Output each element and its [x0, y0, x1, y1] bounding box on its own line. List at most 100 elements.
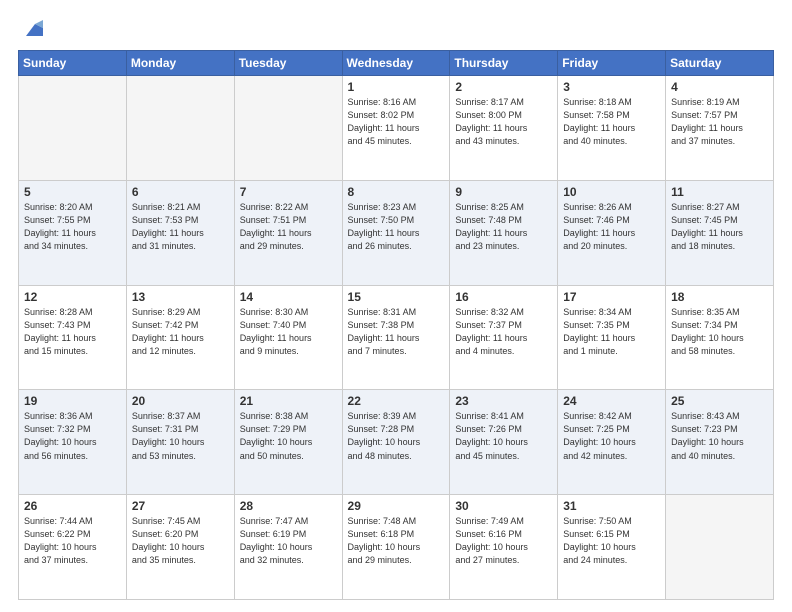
calendar-week-3: 12 Sunrise: 8:28 AM Sunset: 7:43 PM Dayli… [19, 285, 774, 390]
day-number: 25 [671, 394, 768, 408]
day-info: Sunrise: 8:42 AM Sunset: 7:25 PM Dayligh… [563, 410, 660, 462]
calendar-week-2: 5 Sunrise: 8:20 AM Sunset: 7:55 PM Daylig… [19, 180, 774, 285]
day-number: 4 [671, 80, 768, 94]
day-number: 9 [455, 185, 552, 199]
calendar-cell: 24 Sunrise: 8:42 AM Sunset: 7:25 PM Dayli… [558, 390, 666, 495]
calendar-cell: 10 Sunrise: 8:26 AM Sunset: 7:46 PM Dayli… [558, 180, 666, 285]
day-number: 16 [455, 290, 552, 304]
day-number: 23 [455, 394, 552, 408]
day-number: 19 [24, 394, 121, 408]
calendar-cell: 13 Sunrise: 8:29 AM Sunset: 7:42 PM Dayli… [126, 285, 234, 390]
day-info: Sunrise: 7:47 AM Sunset: 6:19 PM Dayligh… [240, 515, 337, 567]
calendar-cell: 6Sunrise: 8:21 AM Sunset: 7:53 PM Daylig… [126, 180, 234, 285]
day-info: Sunrise: 8:23 AM Sunset: 7:50 PM Dayligh… [348, 201, 445, 253]
day-number: 11 [671, 185, 768, 199]
day-info: Sunrise: 7:44 AM Sunset: 6:22 PM Dayligh… [24, 515, 121, 567]
day-info: Sunrise: 7:48 AM Sunset: 6:18 PM Dayligh… [348, 515, 445, 567]
day-number: 22 [348, 394, 445, 408]
day-number: 1 [348, 80, 445, 94]
day-number: 27 [132, 499, 229, 513]
day-info: Sunrise: 8:20 AM Sunset: 7:55 PM Dayligh… [24, 201, 121, 253]
day-info: Sunrise: 8:19 AM Sunset: 7:57 PM Dayligh… [671, 96, 768, 148]
day-number: 21 [240, 394, 337, 408]
calendar-cell: 12 Sunrise: 8:28 AM Sunset: 7:43 PM Dayli… [19, 285, 127, 390]
day-number: 24 [563, 394, 660, 408]
calendar-cell: 21 Sunrise: 8:38 AM Sunset: 7:29 PM Dayli… [234, 390, 342, 495]
day-number: 8 [348, 185, 445, 199]
day-info: Sunrise: 7:45 AM Sunset: 6:20 PM Dayligh… [132, 515, 229, 567]
day-number: 17 [563, 290, 660, 304]
calendar-cell: 23 Sunrise: 8:41 AM Sunset: 7:26 PM Dayli… [450, 390, 558, 495]
day-info: Sunrise: 8:32 AM Sunset: 7:37 PM Dayligh… [455, 306, 552, 358]
weekday-header-thursday: Thursday [450, 51, 558, 76]
weekday-header-friday: Friday [558, 51, 666, 76]
calendar-cell: 22Sunrise: 8:39 AM Sunset: 7:28 PM Dayli… [342, 390, 450, 495]
day-info: Sunrise: 8:31 AM Sunset: 7:38 PM Dayligh… [348, 306, 445, 358]
day-info: Sunrise: 8:18 AM Sunset: 7:58 PM Dayligh… [563, 96, 660, 148]
calendar-cell: 18 Sunrise: 8:35 AM Sunset: 7:34 PM Dayli… [666, 285, 774, 390]
calendar-cell: 27 Sunrise: 7:45 AM Sunset: 6:20 PM Dayli… [126, 495, 234, 600]
day-number: 5 [24, 185, 121, 199]
day-info: Sunrise: 8:41 AM Sunset: 7:26 PM Dayligh… [455, 410, 552, 462]
calendar-week-5: 26 Sunrise: 7:44 AM Sunset: 6:22 PM Dayli… [19, 495, 774, 600]
day-info: Sunrise: 8:35 AM Sunset: 7:34 PM Dayligh… [671, 306, 768, 358]
calendar-cell: 5 Sunrise: 8:20 AM Sunset: 7:55 PM Daylig… [19, 180, 127, 285]
day-number: 13 [132, 290, 229, 304]
calendar-cell: 15 Sunrise: 8:31 AM Sunset: 7:38 PM Dayli… [342, 285, 450, 390]
calendar-cell: 1Sunrise: 8:16 AM Sunset: 8:02 PM Daylig… [342, 76, 450, 181]
weekday-header-sunday: Sunday [19, 51, 127, 76]
day-number: 29 [348, 499, 445, 513]
calendar-week-4: 19 Sunrise: 8:36 AM Sunset: 7:32 PM Dayli… [19, 390, 774, 495]
calendar-cell: 17 Sunrise: 8:34 AM Sunset: 7:35 PM Dayli… [558, 285, 666, 390]
day-info: Sunrise: 8:25 AM Sunset: 7:48 PM Dayligh… [455, 201, 552, 253]
calendar-cell: 2Sunrise: 8:17 AM Sunset: 8:00 PM Daylig… [450, 76, 558, 181]
day-info: Sunrise: 8:38 AM Sunset: 7:29 PM Dayligh… [240, 410, 337, 462]
calendar-cell: 29 Sunrise: 7:48 AM Sunset: 6:18 PM Dayli… [342, 495, 450, 600]
day-number: 26 [24, 499, 121, 513]
day-info: Sunrise: 8:29 AM Sunset: 7:42 PM Dayligh… [132, 306, 229, 358]
calendar-cell: 25 Sunrise: 8:43 AM Sunset: 7:23 PM Dayli… [666, 390, 774, 495]
calendar-cell [19, 76, 127, 181]
day-info: Sunrise: 8:36 AM Sunset: 7:32 PM Dayligh… [24, 410, 121, 462]
day-info: Sunrise: 8:37 AM Sunset: 7:31 PM Dayligh… [132, 410, 229, 462]
day-info: Sunrise: 8:22 AM Sunset: 7:51 PM Dayligh… [240, 201, 337, 253]
calendar-cell: 16 Sunrise: 8:32 AM Sunset: 7:37 PM Dayli… [450, 285, 558, 390]
day-info: Sunrise: 8:43 AM Sunset: 7:23 PM Dayligh… [671, 410, 768, 462]
calendar-cell: 20Sunrise: 8:37 AM Sunset: 7:31 PM Dayli… [126, 390, 234, 495]
calendar-cell: 7 Sunrise: 8:22 AM Sunset: 7:51 PM Daylig… [234, 180, 342, 285]
calendar-cell: 26 Sunrise: 7:44 AM Sunset: 6:22 PM Dayli… [19, 495, 127, 600]
calendar-cell: 8 Sunrise: 8:23 AM Sunset: 7:50 PM Daylig… [342, 180, 450, 285]
day-number: 12 [24, 290, 121, 304]
day-number: 28 [240, 499, 337, 513]
page: SundayMondayTuesdayWednesdayThursdayFrid… [0, 0, 792, 612]
day-info: Sunrise: 8:26 AM Sunset: 7:46 PM Dayligh… [563, 201, 660, 253]
calendar-cell: 28 Sunrise: 7:47 AM Sunset: 6:19 PM Dayli… [234, 495, 342, 600]
day-info: Sunrise: 8:21 AM Sunset: 7:53 PM Dayligh… [132, 201, 229, 253]
day-number: 15 [348, 290, 445, 304]
logo-icon [21, 18, 43, 40]
calendar-cell: 11Sunrise: 8:27 AM Sunset: 7:45 PM Dayli… [666, 180, 774, 285]
weekday-header-tuesday: Tuesday [234, 51, 342, 76]
day-info: Sunrise: 8:17 AM Sunset: 8:00 PM Dayligh… [455, 96, 552, 148]
calendar-cell: 3Sunrise: 8:18 AM Sunset: 7:58 PM Daylig… [558, 76, 666, 181]
weekday-header-row: SundayMondayTuesdayWednesdayThursdayFrid… [19, 51, 774, 76]
calendar-cell: 9 Sunrise: 8:25 AM Sunset: 7:48 PM Daylig… [450, 180, 558, 285]
day-number: 18 [671, 290, 768, 304]
calendar-cell [234, 76, 342, 181]
day-number: 7 [240, 185, 337, 199]
calendar-week-1: 1Sunrise: 8:16 AM Sunset: 8:02 PM Daylig… [19, 76, 774, 181]
day-info: Sunrise: 8:28 AM Sunset: 7:43 PM Dayligh… [24, 306, 121, 358]
logo [18, 18, 43, 40]
day-number: 31 [563, 499, 660, 513]
day-number: 30 [455, 499, 552, 513]
calendar-cell [666, 495, 774, 600]
calendar-cell: 31Sunrise: 7:50 AM Sunset: 6:15 PM Dayli… [558, 495, 666, 600]
day-info: Sunrise: 8:34 AM Sunset: 7:35 PM Dayligh… [563, 306, 660, 358]
header [18, 18, 774, 40]
day-info: Sunrise: 7:49 AM Sunset: 6:16 PM Dayligh… [455, 515, 552, 567]
day-number: 14 [240, 290, 337, 304]
day-info: Sunrise: 8:30 AM Sunset: 7:40 PM Dayligh… [240, 306, 337, 358]
calendar-table: SundayMondayTuesdayWednesdayThursdayFrid… [18, 50, 774, 600]
weekday-header-monday: Monday [126, 51, 234, 76]
day-number: 10 [563, 185, 660, 199]
